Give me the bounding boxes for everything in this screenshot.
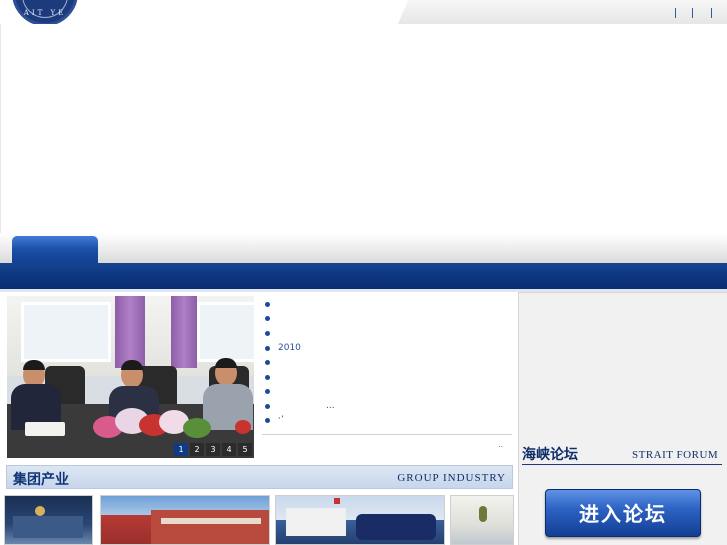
news-list-item[interactable] (262, 297, 512, 311)
top-link-separator (692, 8, 693, 18)
thumbnail-ship (286, 508, 346, 536)
slide-photo-flowers (183, 418, 211, 438)
company-logo[interactable]: AIT YE (10, 0, 80, 26)
slide-pager-button[interactable]: 5 (238, 443, 252, 456)
slide-pager-button[interactable]: 3 (206, 443, 220, 456)
bullet-icon (265, 346, 270, 351)
news-divider (262, 434, 512, 435)
forum-divider (522, 464, 722, 465)
slide-pager-button[interactable]: 1 (174, 443, 188, 456)
slide-photo-curtain (115, 296, 145, 368)
bullet-icon (265, 418, 270, 423)
page: AIT YE 1 2 3 4 5 2010 ... ˑ’ .. 集团产业 GRO… (0, 0, 727, 545)
bullet-icon (265, 404, 270, 409)
slide-pager-button[interactable]: 2 (190, 443, 204, 456)
bullet-icon (265, 302, 270, 307)
slide-photo-papers (25, 422, 65, 436)
group-industry-header: 集团产业 GROUP INDUSTRY (6, 465, 513, 489)
news-list-item[interactable] (262, 355, 512, 369)
slide-photo-window (21, 302, 111, 362)
hero-banner (0, 24, 727, 236)
thumbnail-building (151, 510, 269, 544)
thumbnail-bus (356, 514, 436, 540)
news-list-item[interactable] (262, 311, 512, 325)
bullet-icon (265, 375, 270, 380)
news-list-item[interactable] (262, 384, 512, 398)
main-nav-bar (0, 263, 727, 289)
bullet-icon (265, 360, 270, 365)
top-link-separator (711, 8, 712, 18)
nav-gradient (0, 233, 727, 265)
forum-title-en: STRAIT FORUM (632, 449, 719, 461)
bullet-icon (265, 331, 270, 336)
top-bar: AIT YE (0, 0, 727, 26)
news-list-item[interactable]: ˑ’ (262, 413, 512, 427)
thumbnail-building (13, 516, 83, 538)
news-list-item[interactable]: ... (262, 399, 512, 413)
top-link-separator (675, 8, 676, 18)
news-slideshow[interactable]: 1 2 3 4 5 (7, 296, 254, 458)
news-list-item[interactable] (262, 370, 512, 384)
thumbnail-lamp (35, 506, 45, 516)
news-title[interactable]: 2010 (278, 341, 301, 355)
enter-forum-button[interactable]: 进入论坛 (545, 489, 701, 537)
forum-title: 海峡论坛 (522, 447, 578, 463)
slide-pager-button[interactable]: 4 (222, 443, 236, 456)
bullet-icon (265, 316, 270, 321)
industry-thumbnail[interactable] (275, 495, 445, 545)
slide-photo-nameplate (235, 420, 251, 434)
group-industry-title: 集团产业 (13, 472, 69, 488)
industry-thumbnail[interactable] (4, 495, 93, 545)
thumbnail-tree (479, 506, 487, 522)
news-more-link[interactable]: .. (498, 440, 503, 449)
slide-pager: 1 2 3 4 5 (174, 443, 252, 456)
nav-tab-active[interactable] (12, 236, 98, 266)
thumbnail-flag (334, 498, 340, 504)
logo-seal-text: AIT YE (23, 9, 67, 17)
bullet-icon (265, 389, 270, 394)
news-title[interactable]: ˑ’ (278, 413, 284, 427)
thumbnail-windows (161, 518, 261, 524)
top-links-strip (398, 0, 727, 24)
industry-thumbnail[interactable] (100, 495, 270, 545)
news-list: 2010 ... ˑ’ (262, 296, 512, 436)
industry-thumbnail[interactable] (450, 495, 514, 545)
slide-photo-curtain (171, 296, 197, 368)
news-list-item[interactable] (262, 326, 512, 340)
news-list-item[interactable]: 2010 (262, 341, 512, 355)
news-ellipsis: ... (326, 401, 335, 411)
group-industry-title-en: GROUP INDUSTRY (397, 472, 506, 484)
slide-photo-window (197, 302, 254, 362)
